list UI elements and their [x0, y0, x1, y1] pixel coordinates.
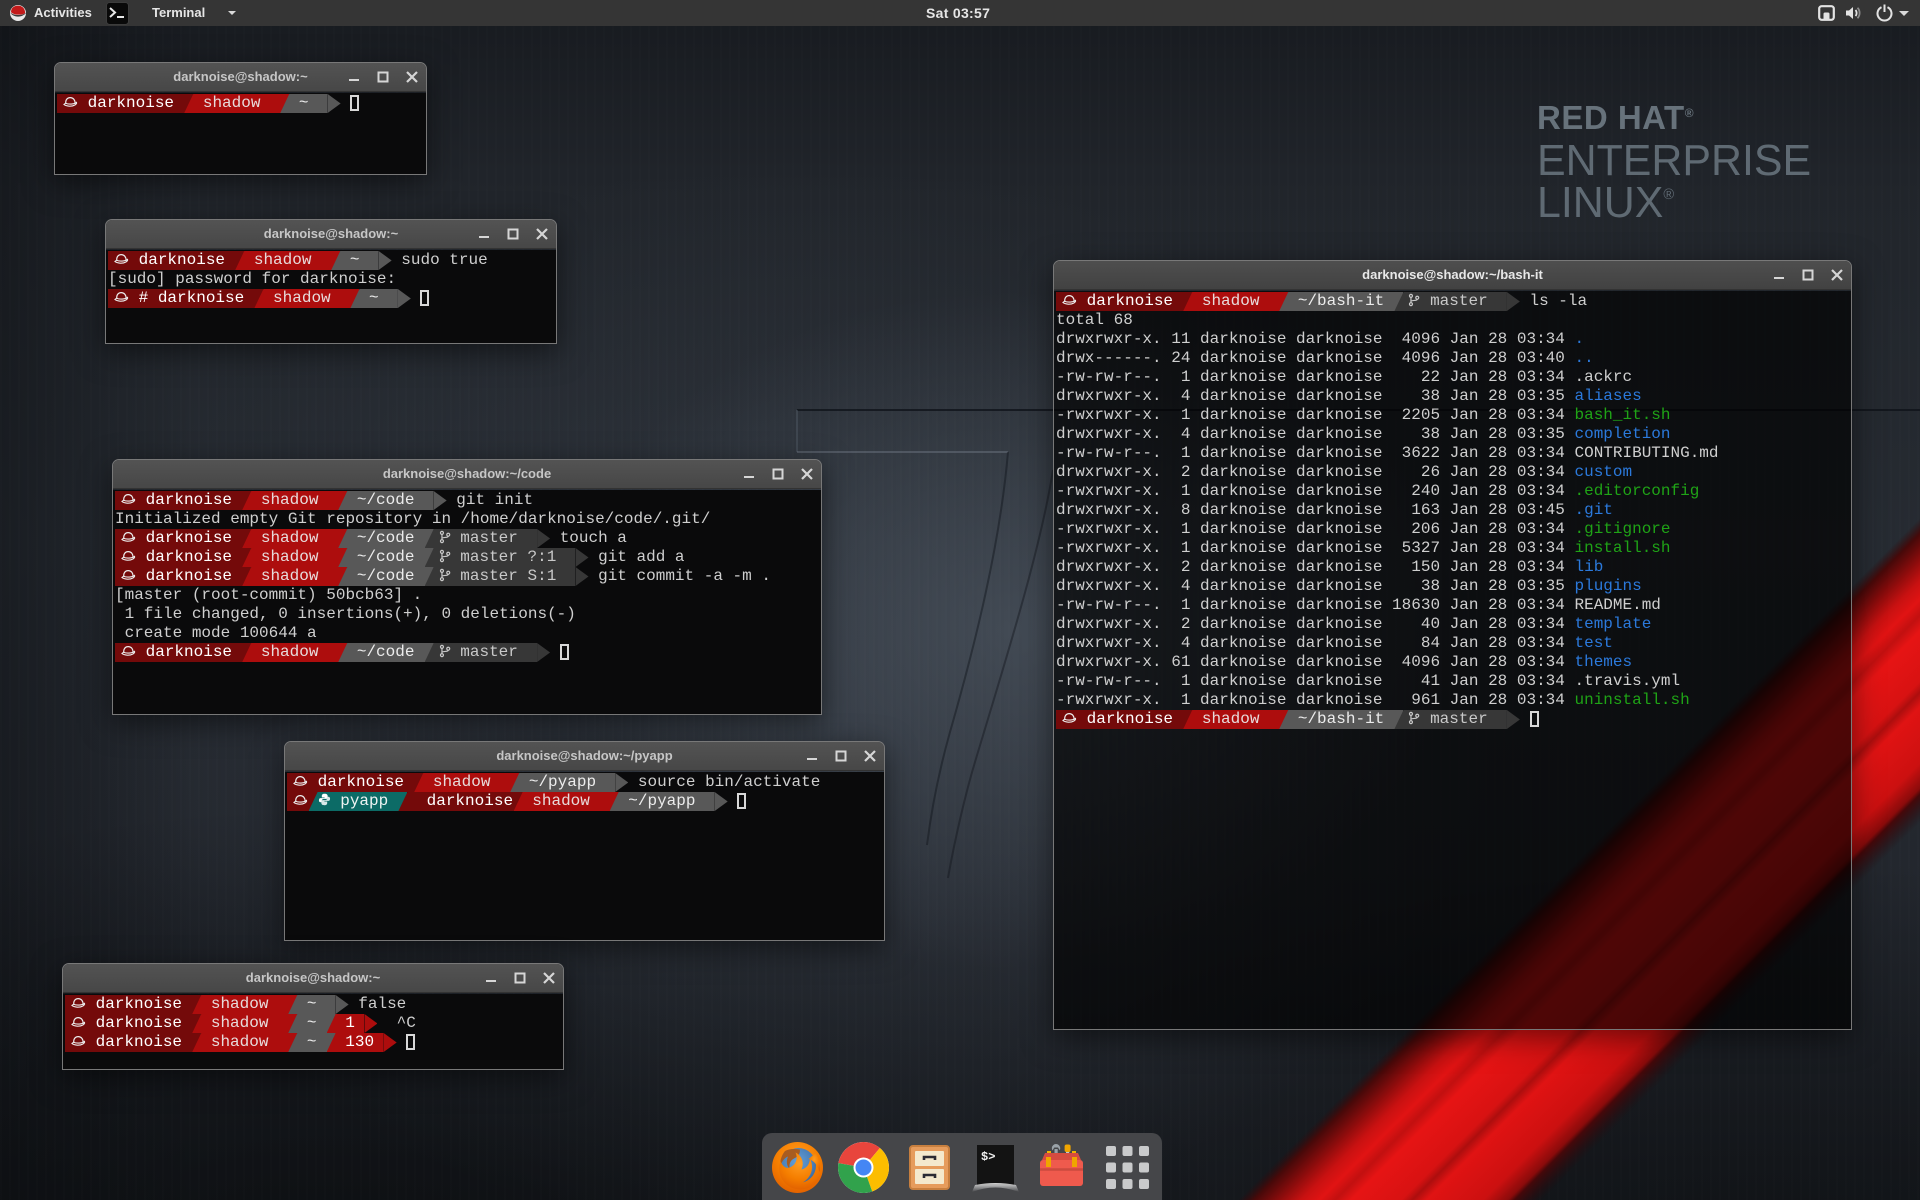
svg-text:$>: $> [981, 1150, 995, 1164]
